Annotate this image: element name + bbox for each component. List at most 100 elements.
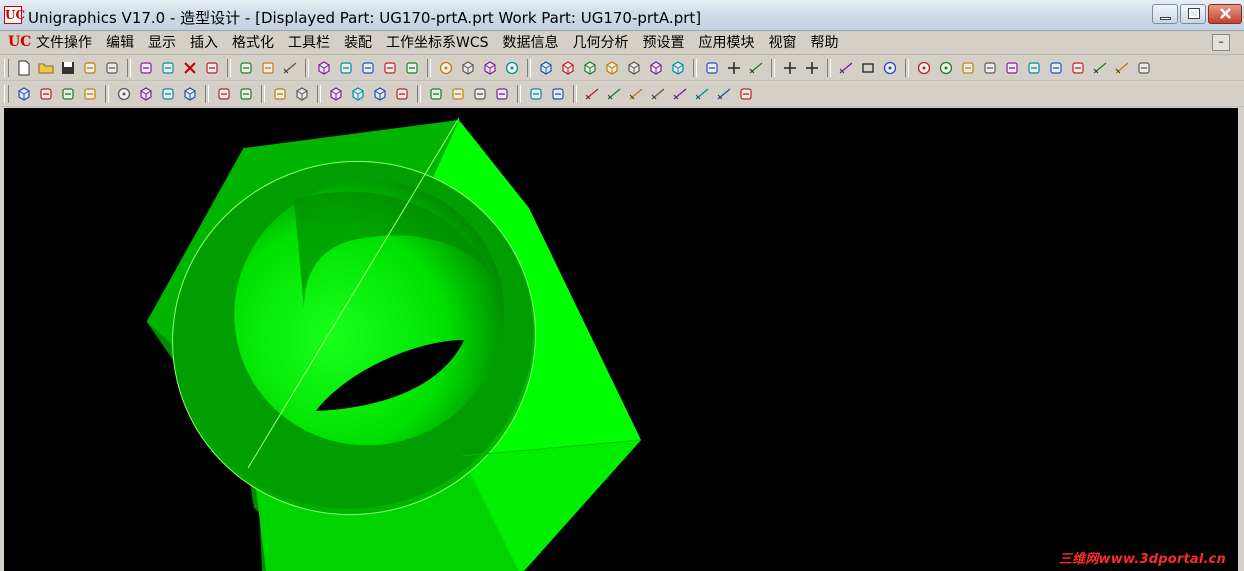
menu-item-3[interactable]: 插入: [190, 34, 232, 52]
menu-item-7[interactable]: 工作坐标系WCS: [386, 34, 503, 52]
graphics-viewport[interactable]: 三维网www.3dportal.cn: [4, 108, 1238, 571]
line-icon[interactable]: [1092, 60, 1108, 76]
pocket-icon[interactable]: [160, 86, 176, 102]
mirror-body-icon[interactable]: [550, 86, 566, 102]
menu-item-8[interactable]: 数据信息: [503, 34, 573, 52]
globe-icon[interactable]: [504, 60, 520, 76]
sew-icon[interactable]: [394, 86, 410, 102]
circle-center-icon[interactable]: [916, 60, 932, 76]
point-set-icon[interactable]: [804, 60, 820, 76]
trim-body-icon[interactable]: [494, 86, 510, 102]
wireframe-cube-icon[interactable]: [482, 60, 498, 76]
toolbar-grip[interactable]: [4, 59, 9, 77]
dimension-parallel-icon[interactable]: [628, 86, 644, 102]
fit-view-icon[interactable]: [316, 60, 332, 76]
shaded-cube-icon[interactable]: [460, 60, 476, 76]
chamfer-icon[interactable]: [272, 86, 288, 102]
save-icon[interactable]: [60, 60, 76, 76]
maximize-button[interactable]: [1180, 4, 1206, 24]
view-top-icon[interactable]: [560, 60, 576, 76]
copy-icon[interactable]: [160, 60, 176, 76]
rotate-icon[interactable]: [382, 60, 398, 76]
dimension-angle-icon[interactable]: [672, 86, 688, 102]
print-icon[interactable]: [82, 60, 98, 76]
view-iso-icon[interactable]: [604, 60, 620, 76]
split-icon[interactable]: [472, 86, 488, 102]
cone-icon[interactable]: [60, 86, 76, 102]
undo-icon[interactable]: [104, 60, 120, 76]
menu-item-10[interactable]: 预设置: [643, 34, 699, 52]
menu-item-1[interactable]: 编辑: [106, 34, 148, 52]
blend-icon[interactable]: [960, 60, 976, 76]
edit-icon[interactable]: [204, 60, 220, 76]
menu-item-9[interactable]: 几何分析: [573, 34, 643, 52]
hierarchy-icon[interactable]: [282, 60, 298, 76]
view-left-icon[interactable]: [648, 60, 664, 76]
plus-icon[interactable]: [782, 60, 798, 76]
zoom-icon[interactable]: [338, 60, 354, 76]
curve-icon[interactable]: [1114, 60, 1130, 76]
mdi-minimize-button[interactable]: –: [1212, 34, 1230, 51]
menu-logo-icon[interactable]: UC: [8, 34, 31, 51]
minimize-button[interactable]: [1152, 4, 1178, 24]
unite-icon[interactable]: [328, 86, 344, 102]
toolbar-grip[interactable]: [4, 85, 9, 103]
sketch-icon[interactable]: [704, 60, 720, 76]
dimension-perpendicular-icon[interactable]: [650, 86, 666, 102]
boss-icon[interactable]: [138, 86, 154, 102]
tube-icon[interactable]: [82, 86, 98, 102]
delete-icon[interactable]: [182, 60, 198, 76]
menu-item-5[interactable]: 工具栏: [288, 34, 344, 52]
cut-icon[interactable]: [138, 60, 154, 76]
view-trimetric-icon[interactable]: [626, 60, 642, 76]
view-back-icon[interactable]: [670, 60, 686, 76]
cylinder-icon[interactable]: [38, 86, 54, 102]
slot-icon[interactable]: [216, 86, 232, 102]
zoom-box-icon[interactable]: [360, 60, 376, 76]
view-right-icon[interactable]: [582, 60, 598, 76]
dimension-diameter-icon[interactable]: [716, 86, 732, 102]
instance-icon[interactable]: [528, 86, 544, 102]
info-icon[interactable]: [238, 60, 254, 76]
taper-icon[interactable]: [450, 86, 466, 102]
sphere-feature-icon[interactable]: [938, 60, 954, 76]
pad-icon[interactable]: [182, 86, 198, 102]
dimension-radius-icon[interactable]: [694, 86, 710, 102]
sketch-plane-icon[interactable]: [1136, 60, 1152, 76]
extend-icon[interactable]: [1048, 60, 1064, 76]
pattern-icon[interactable]: [982, 60, 998, 76]
tree-icon[interactable]: [260, 60, 276, 76]
circle-icon[interactable]: [882, 60, 898, 76]
offset-icon[interactable]: [1070, 60, 1086, 76]
menu-item-12[interactable]: 视窗: [769, 34, 811, 52]
draft-icon[interactable]: [428, 86, 444, 102]
groove-icon[interactable]: [238, 86, 254, 102]
menu-item-6[interactable]: 装配: [344, 34, 386, 52]
constraint-icon[interactable]: [738, 86, 754, 102]
pan-icon[interactable]: [404, 60, 420, 76]
dimension-vertical-icon[interactable]: [606, 86, 622, 102]
menu-item-11[interactable]: 应用模块: [699, 34, 769, 52]
toolbar-separator: [317, 85, 321, 103]
dimension-horizontal-icon[interactable]: [584, 86, 600, 102]
menu-item-2[interactable]: 显示: [148, 34, 190, 52]
subtract-icon[interactable]: [350, 86, 366, 102]
close-button[interactable]: [1208, 4, 1242, 24]
trim-icon[interactable]: [1026, 60, 1042, 76]
menu-item-0[interactable]: 文件操作: [36, 34, 106, 52]
spline-icon[interactable]: [748, 60, 764, 76]
hole-icon[interactable]: [116, 86, 132, 102]
shaded-sphere-icon[interactable]: [438, 60, 454, 76]
menu-item-4[interactable]: 格式化: [232, 34, 288, 52]
point-icon[interactable]: [726, 60, 742, 76]
menu-item-13[interactable]: 帮助: [811, 34, 853, 52]
view-front-icon[interactable]: [538, 60, 554, 76]
mirror-icon[interactable]: [1004, 60, 1020, 76]
block-icon[interactable]: [16, 86, 32, 102]
open-folder-icon[interactable]: [38, 60, 54, 76]
arc-icon[interactable]: [838, 60, 854, 76]
intersect-icon[interactable]: [372, 86, 388, 102]
rectangle-icon[interactable]: [860, 60, 876, 76]
new-file-icon[interactable]: [16, 60, 32, 76]
shell-icon[interactable]: [294, 86, 310, 102]
